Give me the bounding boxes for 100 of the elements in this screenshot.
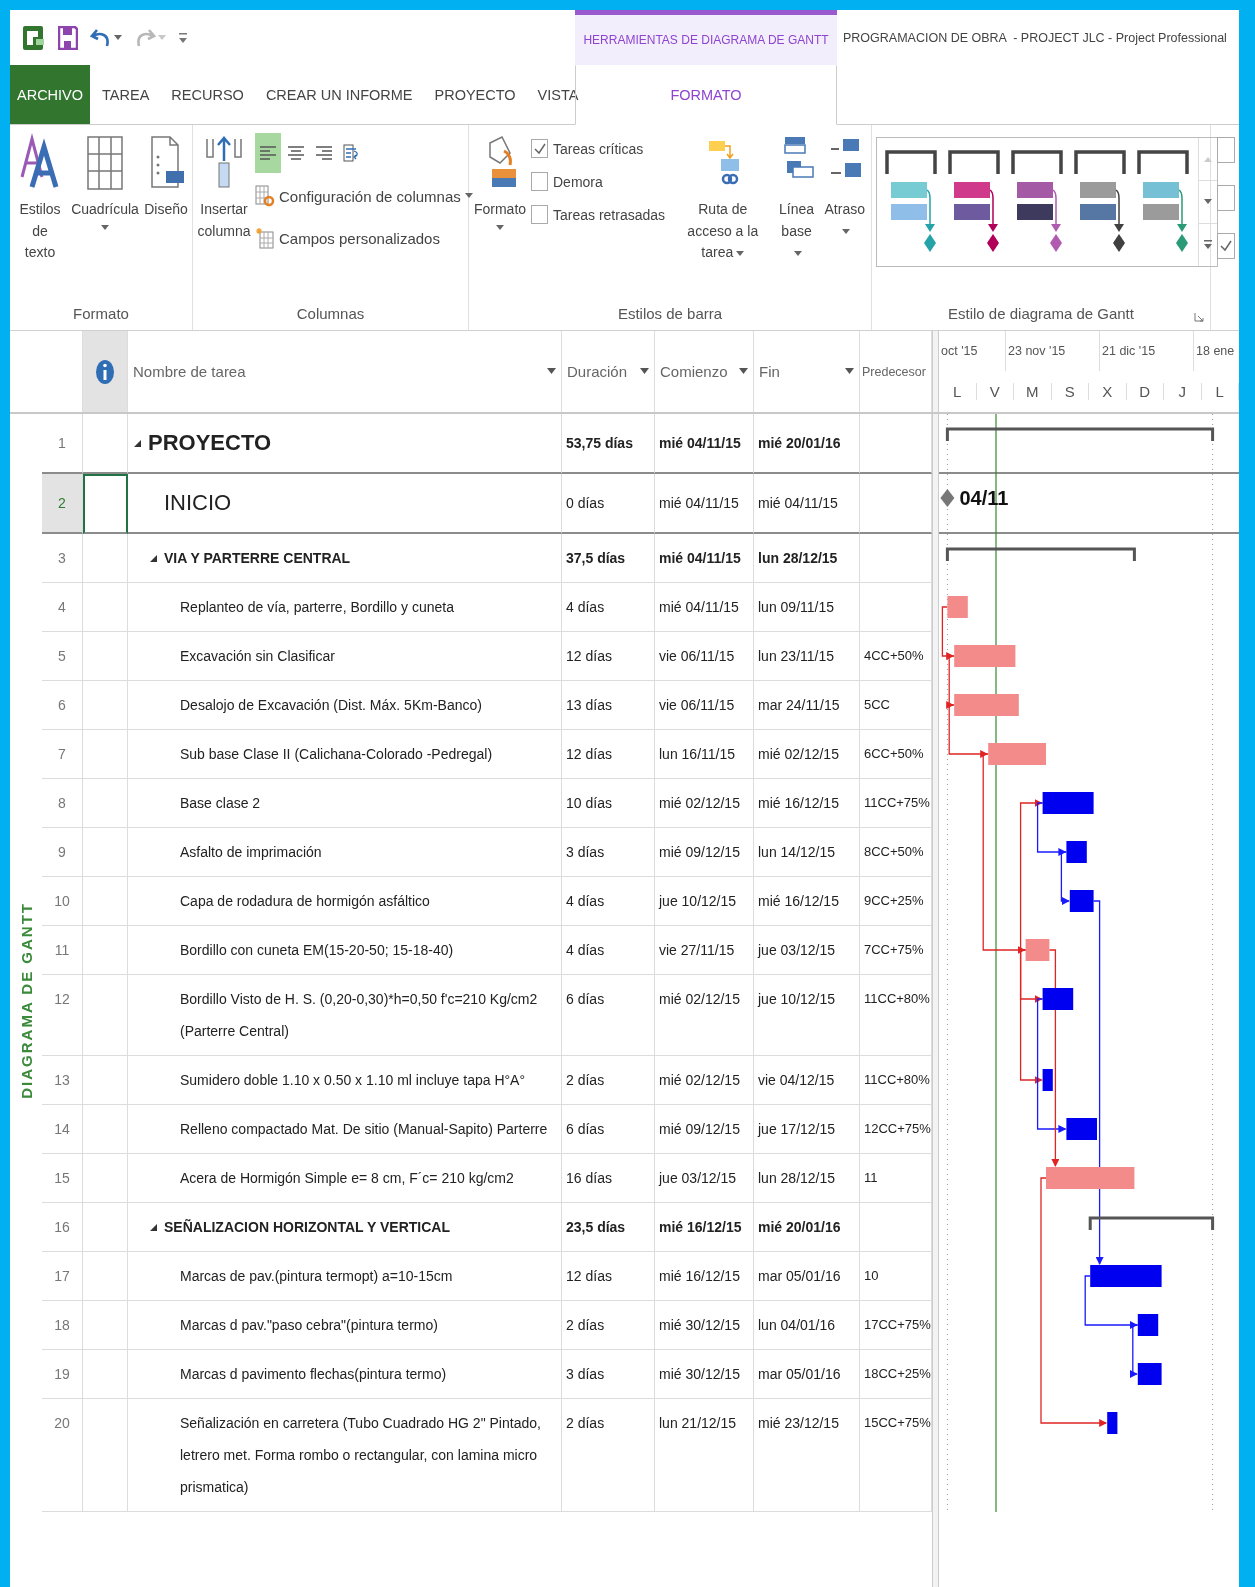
ribbon-button[interactable]: Atraso [822, 133, 867, 305]
row-number[interactable]: 16 [42, 1203, 83, 1252]
ribbon-button[interactable]: Estilos de texto [14, 133, 66, 305]
ribbon-tab[interactable]: ARCHIVO [10, 65, 91, 124]
info-icon [95, 358, 115, 385]
start-date-cell: mié 30/12/15 [655, 1301, 754, 1350]
task-name: Sub base Clase II (Calichana-Colorado -Pedregal) [180, 745, 493, 764]
ribbon-button[interactable]: Ruta de acceso a la tarea [675, 133, 771, 305]
duration-cell: 12 días [562, 1252, 655, 1301]
filter-caret-icon[interactable] [547, 368, 556, 375]
ribbon-tab[interactable]: RECURSO [161, 65, 254, 124]
task-name: Bordillo con cuneta EM(15-20-50; 15-18-40) [180, 941, 454, 960]
start-date-cell: mié 02/12/15 [655, 1056, 754, 1105]
ribbon-button[interactable]: Diseño [144, 133, 188, 305]
group-label: Formato [72, 305, 130, 324]
row-number[interactable]: 8 [42, 779, 83, 828]
start-date-cell: vie 06/11/15 [655, 632, 754, 681]
collapse-icon[interactable] [150, 1223, 157, 1231]
finish-date-cell: lun 23/11/15 [754, 632, 860, 681]
row-number[interactable]: 11 [42, 926, 83, 975]
row-number[interactable]: 13 [42, 1056, 83, 1105]
finish-date-cell: lun 14/12/15 [754, 828, 860, 877]
task-bar[interactable] [1137, 1314, 1159, 1336]
row-number[interactable]: 12 [42, 975, 83, 1056]
start-date-cell: mié 02/12/15 [655, 779, 754, 828]
row-number[interactable]: 18 [42, 1301, 83, 1350]
summary-bar[interactable] [945, 427, 1215, 441]
checkbox[interactable]: Tareas críticas [531, 139, 671, 158]
row-number[interactable]: 10 [42, 877, 83, 926]
timescale-label: J [1164, 383, 1202, 400]
checkbox[interactable] [1217, 185, 1235, 211]
start-date-cell: jue 10/12/15 [655, 877, 754, 926]
column-header[interactable]: Duración [562, 331, 655, 412]
custom-fields-icon [255, 227, 275, 249]
save-icon[interactable] [58, 25, 78, 50]
ribbon-command[interactable]: Configuración de columnas [255, 177, 473, 215]
summary-bar[interactable] [945, 547, 1136, 561]
row-number[interactable]: 14 [42, 1105, 83, 1154]
timescale-label: 21 dic '15 [1099, 331, 1193, 371]
task-name: Desalojo de Excavación (Dist. Máx. 5Km-Banco) [180, 696, 482, 715]
timescale-label: M [1014, 383, 1052, 400]
task-bar[interactable] [1042, 988, 1074, 1010]
column-header[interactable]: Comienzo [655, 331, 754, 412]
filter-caret-icon[interactable] [845, 368, 854, 375]
checkbox[interactable]: Tareas retrasadas [531, 205, 671, 224]
ribbon-tab[interactable]: PROYECTO [424, 65, 526, 124]
duration-cell: 4 días [562, 583, 655, 632]
down-arrow-icon [1204, 199, 1212, 205]
timescale-label: S [1051, 383, 1089, 400]
caret-icon [794, 250, 803, 257]
start-date-cell: vie 06/11/15 [655, 681, 754, 730]
task-name: Replanteo de vía, parterre, Bordillo y cuneta [180, 598, 454, 617]
ribbon-tab[interactable]: CREAR UN INFORME [255, 65, 423, 124]
start-date-cell: mié 04/11/15 [655, 534, 754, 583]
insert-column-button[interactable]: Insertar columna [197, 133, 251, 305]
active-cell[interactable] [83, 474, 128, 534]
task-name: Base clase 2 [180, 794, 261, 813]
task-name: Acera de Hormigón Simple e= 8 cm, F´c= 210 kg/cm2 [180, 1169, 514, 1188]
column-settings-icon [255, 185, 275, 207]
row-number[interactable]: 9 [42, 828, 83, 877]
ribbon-command[interactable]: Campos personalizados [255, 219, 473, 257]
dialog-launcher-icon[interactable] [1194, 312, 1204, 322]
start-date-cell: jue 03/12/15 [655, 1154, 754, 1203]
duration-cell: 37,5 días [562, 534, 655, 583]
duration-cell: 12 días [562, 730, 655, 779]
row-number[interactable]: 5 [42, 632, 83, 681]
task-bar[interactable] [1107, 1412, 1118, 1434]
row-number[interactable]: 3 [42, 534, 83, 583]
checkbox[interactable] [1217, 137, 1235, 163]
task-bar[interactable] [1137, 1363, 1162, 1385]
summary-bar[interactable] [1088, 1216, 1215, 1230]
column-header[interactable]: Fin [754, 331, 860, 412]
row-number[interactable]: 7 [42, 730, 83, 779]
app-logo-icon[interactable] [22, 24, 46, 51]
row-number[interactable]: 6 [42, 681, 83, 730]
format-button[interactable]: Formato [473, 133, 527, 305]
checkbox[interactable] [1217, 233, 1235, 259]
start-date-cell: lun 21/12/15 [655, 1399, 754, 1512]
column-header[interactable]: Nombre de tarea [128, 331, 562, 412]
finish-date-cell: lun 04/01/16 [754, 1301, 860, 1350]
ribbon-tab[interactable]: TAREA [92, 65, 160, 124]
task-bar[interactable] [1069, 890, 1094, 912]
ribbon-button[interactable]: Línea base [774, 133, 819, 305]
row-number[interactable]: 4 [42, 583, 83, 632]
row-number[interactable]: 2 [42, 474, 83, 534]
collapse-icon[interactable] [150, 554, 157, 562]
filter-caret-icon[interactable] [739, 368, 748, 375]
task-name: SEÑALIZACION HORIZONTAL Y VERTICAL [164, 1218, 450, 1237]
checkbox[interactable]: Demora [531, 172, 671, 191]
row-number[interactable]: 19 [42, 1350, 83, 1399]
row-number[interactable]: 17 [42, 1252, 83, 1301]
ribbon-button[interactable]: Cuadrícula [70, 133, 140, 305]
row-number[interactable]: 15 [42, 1154, 83, 1203]
task-bar[interactable] [1042, 1069, 1053, 1091]
align-left-button[interactable] [255, 133, 281, 173]
filter-caret-icon[interactable] [640, 368, 649, 375]
finish-date-cell: mié 02/12/15 [754, 730, 860, 779]
collapse-icon[interactable] [134, 439, 141, 447]
row-number[interactable]: 20 [42, 1399, 83, 1512]
customize-menu-icon[interactable] [178, 30, 188, 45]
